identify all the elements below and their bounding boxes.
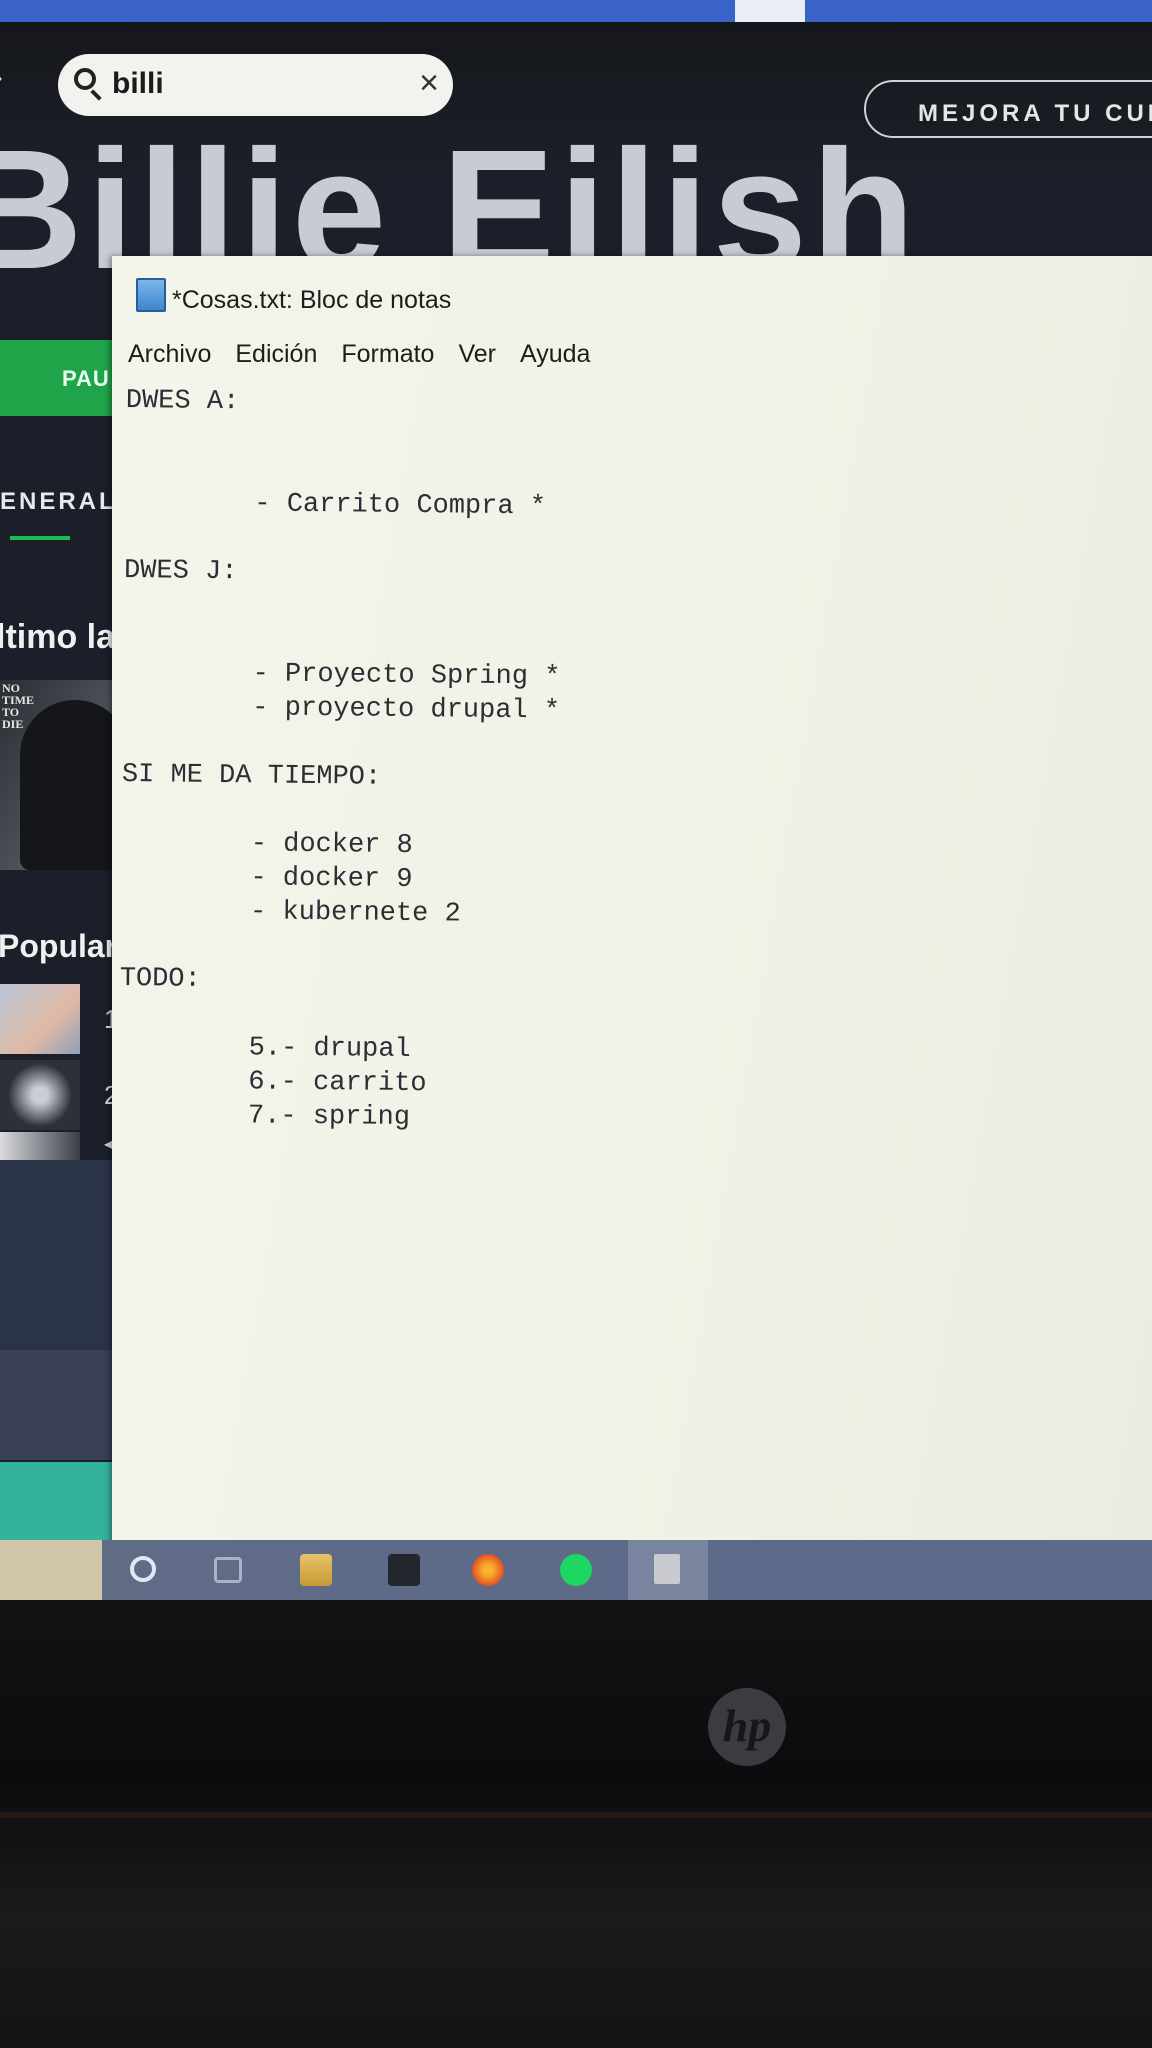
window-title: *Cosas.txt: Bloc de notas [172,286,452,314]
menu-edicion[interactable]: Edición [235,340,317,374]
file-explorer-icon[interactable] [300,1554,332,1586]
notepad-taskbar-icon[interactable] [628,1540,708,1600]
menu-formato[interactable]: Formato [341,340,434,374]
track-thumbnail [0,984,80,1054]
taskbar [0,1540,1152,1600]
notepad-icon [136,278,166,312]
search-icon [74,68,96,90]
play-button-label: PAU [62,366,110,391]
bezel-edge [0,1812,1152,1818]
menu-ver[interactable]: Ver [458,340,496,374]
notepad-window[interactable]: *Cosas.txt: Bloc de notas Archivo Edició… [112,256,1152,1546]
laptop-bezel [0,1600,1152,2048]
cortana-icon[interactable] [130,1556,156,1582]
task-view-icon[interactable] [214,1557,242,1583]
menu-bar: Archivo Edición Formato Ver Ayuda [128,340,614,374]
top-window-strip [0,0,1152,22]
text-editor[interactable]: DWES A: - Carrito Compra * DWES J: - Pro… [114,384,1152,1535]
search-input[interactable] [112,66,392,102]
menu-ayuda[interactable]: Ayuda [520,340,590,374]
tab-active-indicator [10,536,70,540]
screen: › × MEJORA TU CUE Billie Eilish PAU ENER… [0,0,1152,1600]
menu-archivo[interactable]: Archivo [128,340,211,374]
notepad-titlebar[interactable]: *Cosas.txt: Bloc de notas [112,256,1152,318]
hp-logo: hp [708,1688,786,1766]
track-thumbnail [0,1060,80,1130]
spotify-icon[interactable] [560,1554,592,1586]
chevron-right-icon[interactable]: › [0,62,3,93]
clear-search-icon[interactable]: × [419,66,439,100]
folder-icon[interactable] [388,1554,420,1586]
album-cover-text: NO TIME TO DIE [2,681,35,731]
latest-release-heading: ltimo la [0,618,116,656]
search-box[interactable]: × [58,54,453,116]
start-area[interactable] [0,1540,102,1600]
firefox-icon[interactable] [472,1554,504,1586]
tab-general[interactable]: ENERAL [0,488,117,516]
